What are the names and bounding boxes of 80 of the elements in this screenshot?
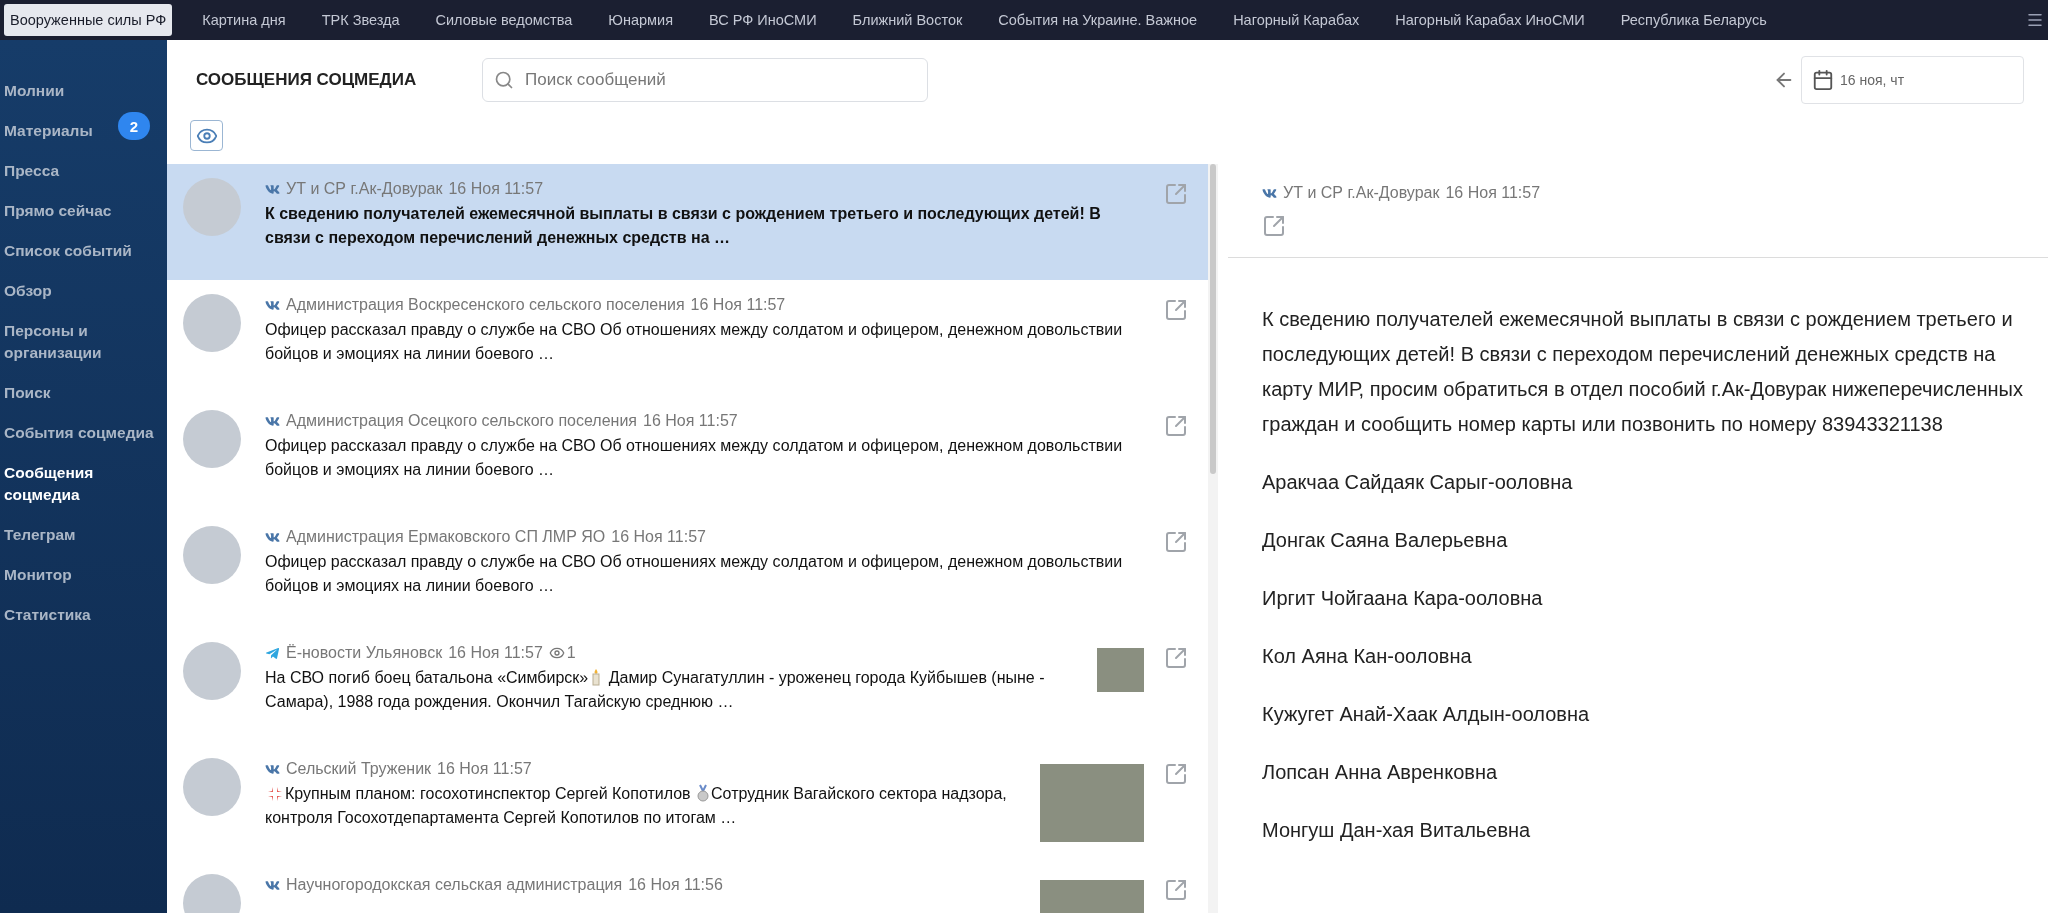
medal-icon — [697, 784, 710, 802]
scrollbar[interactable] — [1208, 164, 1218, 913]
source-name: Сельский Труженик — [286, 760, 432, 778]
source-name: Администрация Осецкого сельского поселения — [286, 412, 637, 430]
sidebar-item[interactable]: Материалы — [0, 120, 95, 142]
source-name: УТ и СР г.Ак-Довурак — [1283, 184, 1440, 202]
external-link-icon[interactable] — [1164, 298, 1188, 322]
nav-tab[interactable]: Вооруженные силы РФ — [4, 4, 173, 36]
nav-tab[interactable]: События на Украине. Важное — [992, 4, 1204, 36]
source-name: Администрация Воскресенского сельского поселения — [286, 296, 685, 314]
sidebar-item[interactable]: Телеграм — [0, 524, 78, 546]
message-text: На СВО погиб боец батальона «Симбирск» Дамир Сунагатуллин - уроженец города Куйбышев (ныне - Самара), 1988 года рождения. Окончил Тагайскую среднюю … — [265, 667, 1046, 712]
nav-tab[interactable]: Ближний Восток — [846, 4, 969, 36]
search-icon — [494, 70, 514, 90]
external-link-icon[interactable] — [1164, 414, 1188, 438]
calendar-icon — [1812, 69, 1834, 91]
nav-tab[interactable]: Республика Беларусь — [1614, 4, 1773, 36]
sidebar-item[interactable]: Обзор — [0, 280, 54, 302]
sidebar-item[interactable]: Пресса — [0, 160, 62, 182]
message-paragraph: К сведению получателей ежемесячной выплаты в связи с рождением третьего и последующих детей! В связи с переходом перечислений денежных средств на карту МИР, просим обратиться в отдел пособий г.Ак-Довурак нижеперечисленных граждан и сообщить номер карты или позвонить по номеру 83943321138 — [1262, 307, 2024, 437]
post-time: 16 Ноя 11:57 — [611, 528, 706, 546]
message-paragraph: Кужугет Анай-Хаак Алдын-ооловна — [1262, 702, 1591, 727]
date-field[interactable]: 16 ноя, чт — [1801, 56, 2024, 104]
nav-tab[interactable]: Нагорный Карабах ИноСМИ — [1389, 4, 1591, 36]
sidebar-item[interactable]: Прямо сейчас — [0, 200, 114, 222]
external-link-icon[interactable] — [1164, 646, 1188, 670]
search-field[interactable]: Поиск сообщений — [482, 58, 928, 102]
external-link-icon[interactable] — [1164, 182, 1188, 206]
source-name: Научногородокская сельская администрация — [286, 876, 623, 894]
message-text: Офицер рассказал правду о службе на СВО Об отношениях между солдатом и офицером, денежном довольствии бойцов и эмоциях на линии боевого … — [265, 552, 1124, 596]
eye-icon — [548, 645, 565, 661]
view-count: 1 — [566, 644, 576, 662]
eye-button[interactable] — [190, 120, 223, 151]
paper-plane-icon — [265, 645, 280, 661]
sidebar-item[interactable]: Список событий — [0, 240, 134, 262]
page-title: СООБЩЕНИЯ СОЦМЕДИА — [196, 70, 418, 90]
sidebar-item[interactable]: Сообщения соцмедиа — [0, 462, 167, 506]
message-paragraph: Лопсан Анна Авренковна — [1262, 760, 1499, 785]
date-value: 16 ноя, чт — [1840, 72, 1905, 88]
message-paragraph: Кол Аяна Кан-ооловна — [1262, 644, 1473, 669]
sidebar-item[interactable]: Персоны и организации — [0, 320, 167, 364]
message-text: Офицер рассказал правду о службе на СВО Об отношениях между солдатом и офицером, денежном довольствии бойцов и эмоциях на линии боевого … — [265, 436, 1124, 480]
message-text: Крупным планом: госохотинспектор Сергей Копотилов Сотрудник Вагайского сектора надзора, контроля Госохотдепартамента Сергей Копотилов по итогам … — [265, 783, 1008, 828]
sidebar-item[interactable]: Статистика — [0, 604, 93, 626]
candle-icon — [590, 668, 603, 686]
count-badge: 2 — [118, 112, 150, 140]
post-time: 16 Ноя 11:57 — [448, 180, 544, 198]
menu-icon[interactable] — [2026, 11, 2044, 29]
nav-tab[interactable]: Картина дня — [196, 4, 292, 36]
message-text: Офицер рассказал правду о службе на СВО Об отношениях между солдатом и офицером, денежном довольствии бойцов и эмоциях на линии боевого … — [265, 320, 1124, 364]
sidebar-item[interactable]: Монитор — [0, 564, 74, 586]
external-link-icon[interactable] — [1164, 762, 1188, 786]
message-paragraph: Иргит Чойгаана Кара-ооловна — [1262, 586, 1544, 611]
post-time: 16 Ноя 11:57 — [690, 296, 786, 314]
source-name: Ё-новости Ульяновск — [286, 644, 443, 662]
nav-tab[interactable]: Юнармия — [602, 4, 679, 36]
sidebar-item[interactable]: Молнии — [0, 80, 67, 102]
nav-tab[interactable]: Силовые ведомства — [429, 4, 579, 36]
source-name: Администрация Ермаковского СП ЛМР ЯО — [286, 528, 606, 546]
sidebar-item[interactable]: События соцмедиа — [0, 422, 156, 444]
post-time: 16 Ноя 11:56 — [628, 876, 723, 894]
message-row[interactable]: УТ и СР г.Ак-Довурак 16 Ноя 11:57 К сведению получателей ежемесячной выплаты в связи с рождением третьего и последующих детей! В связи с переходом перечислений денежных средств на … — [167, 164, 1208, 280]
avatar-placeholder — [183, 758, 241, 816]
message-text: К сведению получателей ежемесячной выплаты в связи с рождением третьего и последующих детей! В связи с переходом перечислений денежных средств на … — [265, 204, 1102, 248]
post-time: 16 Ноя 11:57 — [1445, 184, 1541, 202]
nav-tab[interactable]: ВС РФ ИноСМИ — [703, 4, 823, 36]
nav-tab[interactable]: ТРК Звезда — [315, 4, 406, 36]
post-time: 16 Ноя 11:57 — [448, 644, 543, 662]
message-paragraph: Донгак Саяна Валерьевна — [1262, 528, 1509, 553]
post-time: 16 Ноя 11:57 — [643, 412, 738, 430]
source-name: УТ и СР г.Ак-Довурак — [286, 180, 443, 198]
post-time: 16 Ноя 11:57 — [437, 760, 532, 778]
external-link-icon[interactable] — [1262, 214, 1286, 238]
sidebar-item[interactable]: Поиск — [0, 382, 53, 404]
external-link-icon[interactable] — [1164, 530, 1188, 554]
external-link-icon[interactable] — [1164, 878, 1188, 902]
message-paragraph: Аракчаа Сайдаяк Сарыг-ооловна — [1262, 470, 1574, 495]
photo-placeholder — [1097, 648, 1144, 692]
nav-tab[interactable]: Нагорный Карабах — [1227, 4, 1366, 36]
message-paragraph: Монгуш Дан-хая Витальевна — [1262, 818, 1532, 843]
